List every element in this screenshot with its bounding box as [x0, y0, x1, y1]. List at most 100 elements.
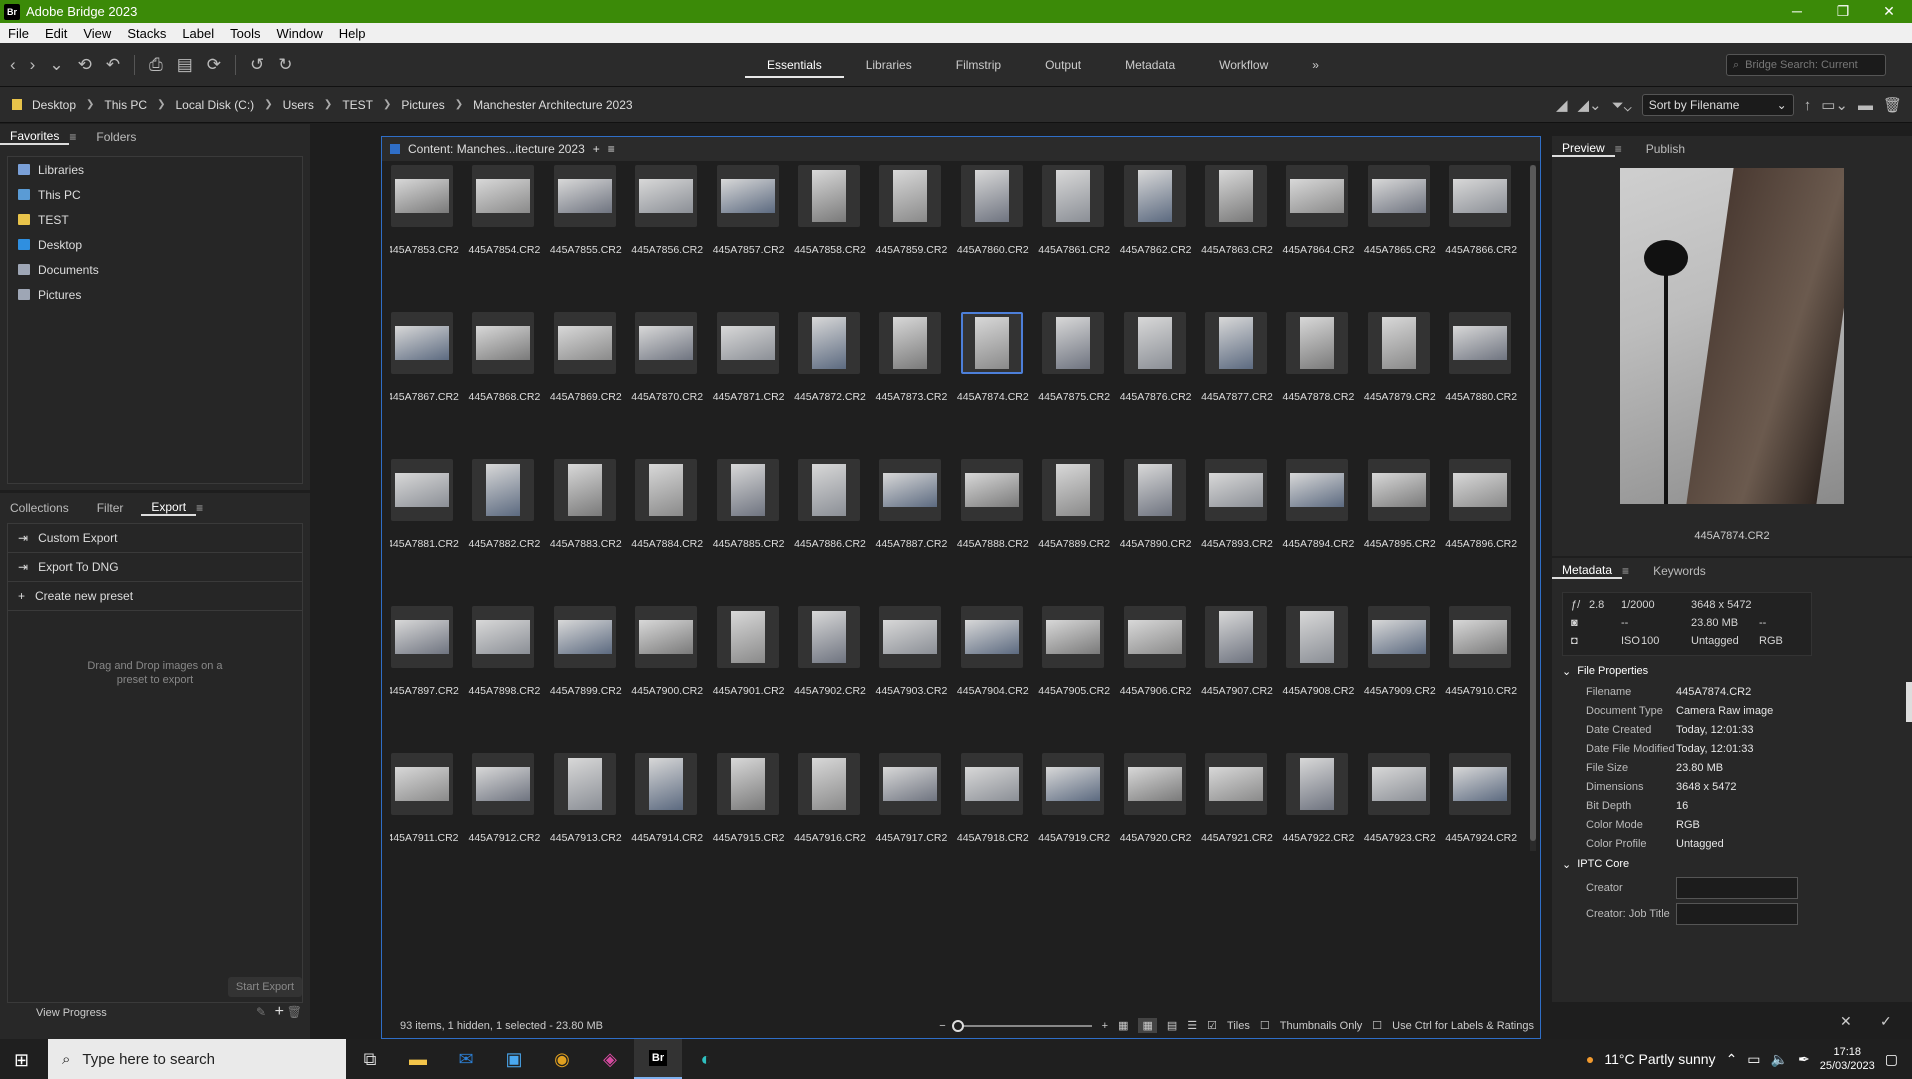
panel-menu-icon[interactable]: ≡ [1615, 142, 1622, 156]
workspace-filmstrip[interactable]: Filmstrip [934, 58, 1023, 72]
thumbnail-frame[interactable] [391, 312, 453, 374]
thumbnail-frame[interactable] [879, 312, 942, 374]
menu-view[interactable]: View [75, 26, 119, 41]
thumbnail-frame[interactable] [1205, 459, 1267, 521]
thumbnail-frame[interactable] [1123, 312, 1186, 374]
thumbnail-frame[interactable] [635, 312, 698, 374]
view-list-icon[interactable]: ☰ [1187, 1019, 1197, 1032]
search-input[interactable]: ⌕ Bridge Search: Current [1726, 54, 1886, 76]
preview-image[interactable] [1620, 168, 1844, 504]
thumbnail-frame[interactable] [1042, 459, 1105, 521]
clock[interactable]: 17:18 25/03/2023 [1820, 1045, 1875, 1073]
thumbnail-item[interactable]: 445A7890.CR2 [1120, 459, 1192, 580]
crumb-users[interactable]: Users [273, 98, 324, 112]
thumbnail-item[interactable]: 445A7859.CR2 [875, 165, 947, 286]
more-workspaces-icon[interactable]: » [1290, 58, 1341, 72]
boomerang-icon[interactable]: ↶ [106, 55, 120, 75]
thumbnail-frame[interactable] [1205, 606, 1267, 668]
thumbnail-item[interactable]: 445A7882.CR2 [468, 459, 540, 580]
thumbnail-item[interactable]: 445A7876.CR2 [1120, 312, 1192, 433]
thumbnail-item[interactable]: 445A7863.CR2 [1201, 165, 1273, 286]
favorite-this-pc[interactable]: This PC [8, 182, 302, 207]
thumbnail-frame[interactable] [635, 753, 698, 815]
thumbnail-frame[interactable] [1123, 165, 1186, 227]
slider-handle[interactable] [951, 1019, 964, 1032]
thumbnail-item[interactable]: 445A7908.CR2 [1282, 606, 1354, 727]
thumbnail-frame[interactable] [1042, 165, 1105, 227]
zoom-in-icon[interactable]: + [1102, 1020, 1108, 1032]
thumbnail-item[interactable]: 445A7917.CR2 [875, 753, 947, 851]
camera-import-icon[interactable]: ⎙ [149, 55, 163, 75]
thumbnail-frame[interactable] [472, 606, 535, 668]
thumbnail-frame[interactable] [798, 312, 860, 374]
pen-icon[interactable]: ✒ [1798, 1051, 1810, 1068]
thumbnail-item[interactable]: 445A7853.CR2 [390, 165, 459, 286]
restore-icon[interactable]: ❐ [1820, 3, 1866, 20]
thumbnail-frame[interactable] [472, 312, 535, 374]
panel-menu-icon[interactable]: ≡ [1622, 564, 1629, 578]
sort-dropdown[interactable]: Sort by Filename ⌄ [1641, 94, 1794, 116]
panel-menu-icon[interactable]: ≡ [608, 142, 615, 156]
quality-icon[interactable]: ◢ [1556, 96, 1568, 114]
thumbnail-item[interactable]: 445A7898.CR2 [468, 606, 540, 727]
thumbnail-item[interactable]: 445A7866.CR2 [1445, 165, 1517, 286]
metadata-scrollbar[interactable] [1906, 682, 1912, 722]
thumbnail-frame[interactable] [553, 459, 616, 521]
forward-icon[interactable]: › [30, 55, 36, 75]
thumbnail-item[interactable]: 445A7889.CR2 [1038, 459, 1110, 580]
thumbnail-frame[interactable] [635, 606, 698, 668]
thumbnail-frame[interactable] [798, 606, 860, 668]
thumbnail-frame[interactable] [1042, 753, 1105, 815]
view-details-icon[interactable]: ▤ [1167, 1019, 1177, 1032]
thumbnail-frame[interactable] [391, 753, 453, 815]
thumbnail-frame[interactable] [879, 753, 942, 815]
thumbnail-frame[interactable] [1123, 459, 1186, 521]
rotate-right-icon[interactable]: ↻ [278, 55, 292, 75]
thumbnail-frame[interactable] [635, 165, 698, 227]
tiles-checkbox[interactable]: ☑ [1207, 1019, 1217, 1032]
thumbnail-item[interactable]: 445A7895.CR2 [1364, 459, 1436, 580]
thumbnail-item[interactable]: 445A7856.CR2 [631, 165, 703, 286]
thumbnail-item[interactable]: 445A7907.CR2 [1201, 606, 1273, 727]
thumbnail-item[interactable]: 445A7878.CR2 [1282, 312, 1354, 433]
thumbnail-frame[interactable] [1286, 312, 1349, 374]
thumbnail-item[interactable]: 445A7921.CR2 [1201, 753, 1273, 851]
thumbnail-item[interactable]: 445A7883.CR2 [550, 459, 622, 580]
thumbnail-frame[interactable] [1367, 165, 1430, 227]
thumbnail-frame[interactable] [1367, 606, 1430, 668]
tray-chevron-icon[interactable]: ⌃ [1726, 1051, 1738, 1068]
thumbnail-item[interactable]: 445A7864.CR2 [1282, 165, 1354, 286]
thumbnail-item[interactable]: 445A7874.CR2 [957, 312, 1029, 433]
favorite-test[interactable]: TEST [8, 207, 302, 232]
thumbnail-frame[interactable] [553, 753, 616, 815]
thumbnail-item[interactable]: 445A7871.CR2 [713, 312, 785, 433]
thumbnail-item[interactable]: 445A7894.CR2 [1282, 459, 1354, 580]
panel-menu-icon[interactable]: ≡ [69, 130, 76, 144]
thumbnail-frame[interactable] [960, 606, 1023, 668]
zoom-out-icon[interactable]: − [939, 1020, 945, 1032]
thumbnail-frame[interactable] [1205, 753, 1267, 815]
thumbnail-item[interactable]: 445A7901.CR2 [713, 606, 785, 727]
thumbnail-item[interactable]: 445A7873.CR2 [875, 312, 947, 433]
favorite-pictures[interactable]: Pictures [8, 282, 302, 307]
apply-icon[interactable]: ✓ [1880, 1013, 1892, 1030]
thumbnail-item[interactable]: 445A7869.CR2 [550, 312, 622, 433]
thumbnail-item[interactable]: 445A7924.CR2 [1445, 753, 1517, 851]
export-custom[interactable]: ⇥ Custom Export [8, 524, 302, 553]
start-export-button[interactable]: Start Export [227, 977, 302, 997]
scrollbar-thumb[interactable] [1530, 165, 1536, 841]
filter-icon[interactable]: ⏷⌄ [1612, 97, 1632, 114]
scrollbar[interactable] [1530, 165, 1536, 851]
menu-file[interactable]: File [0, 26, 37, 41]
workspace-output[interactable]: Output [1023, 58, 1103, 72]
thumbnail-frame[interactable] [472, 459, 535, 521]
thumbnail-frame[interactable] [1286, 459, 1349, 521]
weather-text[interactable]: 11°C Partly sunny [1604, 1051, 1715, 1067]
thumbnail-frame[interactable] [391, 165, 453, 227]
thumbnail-item[interactable]: 445A7865.CR2 [1364, 165, 1436, 286]
thumbnail-frame[interactable] [960, 459, 1023, 521]
thumbnail-frame[interactable] [716, 312, 779, 374]
thumbnail-frame[interactable] [1205, 312, 1267, 374]
favorite-desktop[interactable]: Desktop [8, 232, 302, 257]
thumbnail-item[interactable]: 445A7877.CR2 [1201, 312, 1273, 433]
